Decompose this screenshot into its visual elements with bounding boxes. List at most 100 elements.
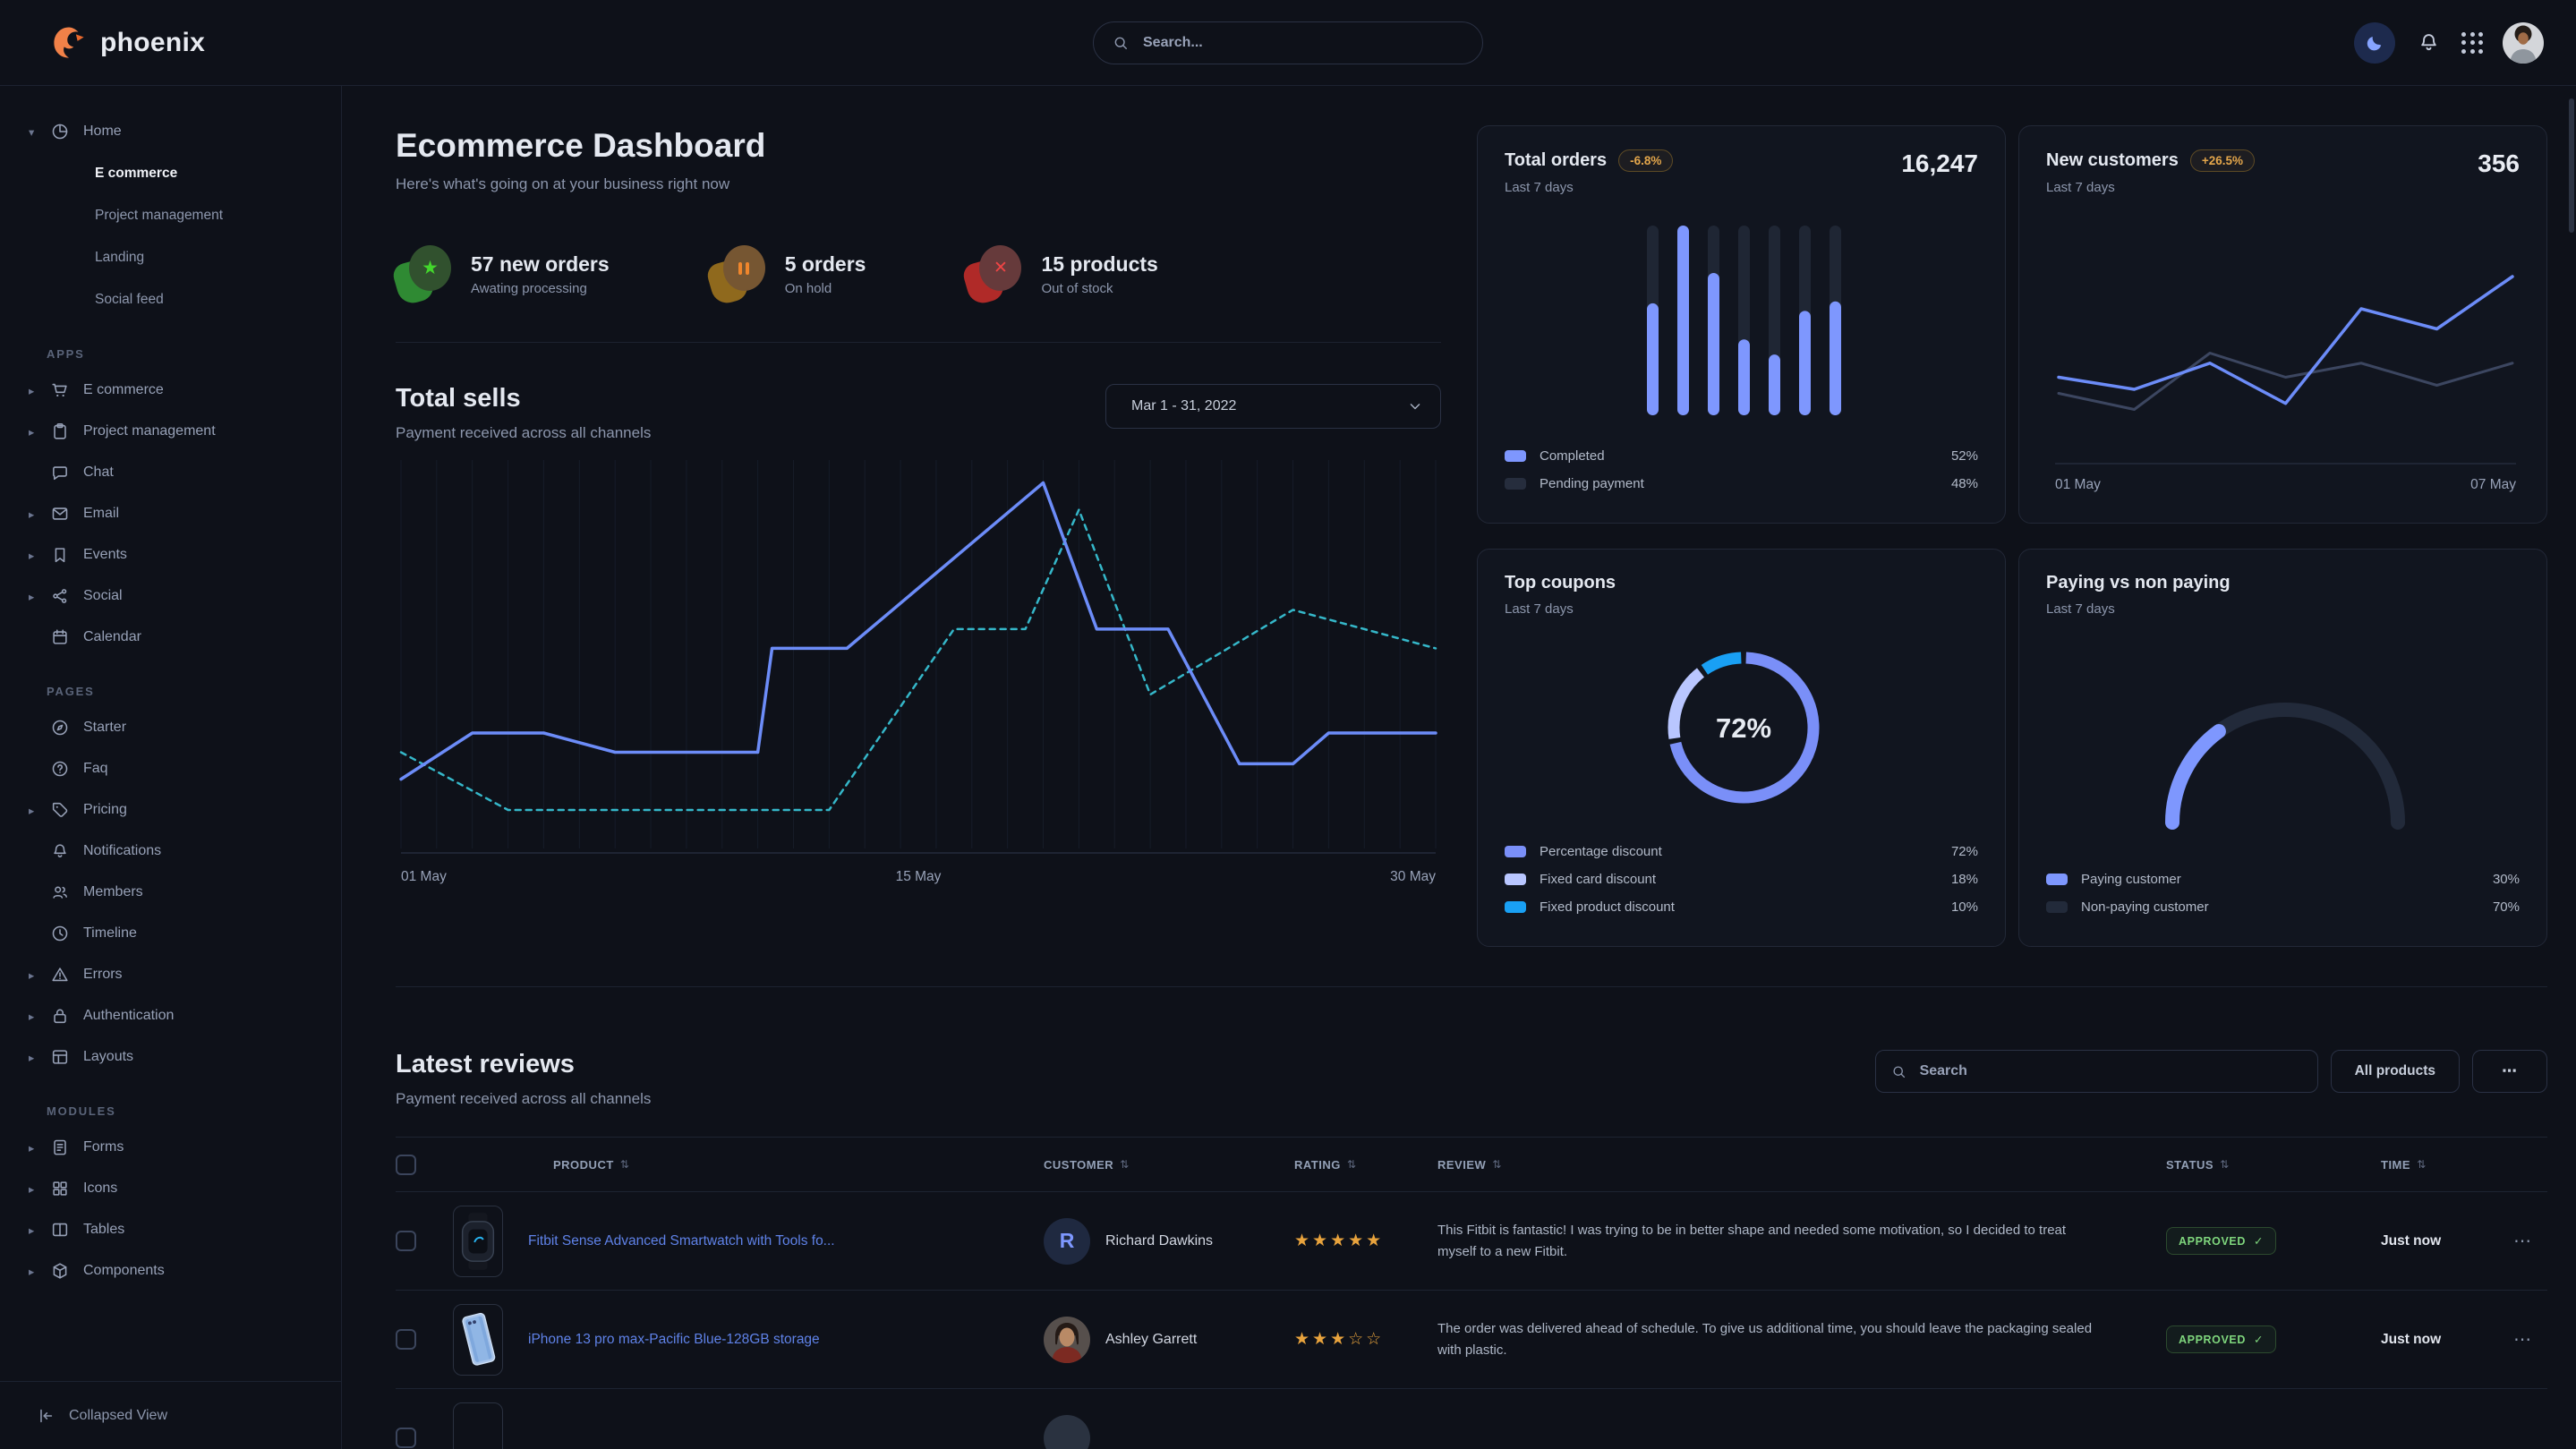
sidebar-item-label: Events xyxy=(83,547,127,563)
column-header-time[interactable]: TIME⇅ xyxy=(2381,1158,2497,1172)
sidebar-item-authentication[interactable]: ▸ Authentication xyxy=(14,995,327,1036)
table-row: Fitbit Sense Advanced Smartwatch with To… xyxy=(396,1192,2547,1291)
sidebar-subitem-social-feed[interactable]: Social feed xyxy=(14,278,327,320)
search-input[interactable] xyxy=(1141,34,1464,52)
date-range-select[interactable]: Mar 1 - 31, 2022 xyxy=(1105,384,1441,429)
sidebar-item-icons[interactable]: ▸ Icons xyxy=(14,1168,327,1209)
sidebar-item-chat[interactable]: Chat xyxy=(14,452,327,493)
user-avatar[interactable] xyxy=(2503,22,2544,64)
notifications-bell-button[interactable] xyxy=(2415,30,2442,56)
dashboard-top-section: Ecommerce Dashboard Here's what's going … xyxy=(396,86,2547,987)
review-text: The order was delivered ahead of schedul… xyxy=(1437,1318,2166,1360)
column-header-status[interactable]: STATUS⇅ xyxy=(2166,1158,2381,1172)
stat-value: 15 products xyxy=(1041,252,1157,277)
sidebar-item-label: Members xyxy=(83,884,143,900)
global-search[interactable] xyxy=(1093,21,1483,64)
card-title: Top coupons xyxy=(1505,573,1616,593)
column-header-review[interactable]: REVIEW⇅ xyxy=(1437,1158,2166,1172)
product-thumbnail[interactable] xyxy=(453,1402,503,1449)
main-content: Ecommerce Dashboard Here's what's going … xyxy=(342,86,2576,1449)
sidebar-item-layouts[interactable]: ▸Layouts xyxy=(14,1036,327,1078)
sidebar-subitem-e-commerce[interactable]: E commerce xyxy=(14,152,327,194)
svg-text:01 May: 01 May xyxy=(401,869,447,884)
caret-icon: ▸ xyxy=(29,384,48,397)
total-orders-bar-chart xyxy=(1505,213,1978,424)
sidebar-item-home[interactable]: ▾Home xyxy=(14,111,327,152)
sort-icon: ⇅ xyxy=(1492,1158,1502,1171)
pie-icon xyxy=(50,122,70,141)
product-link[interactable]: Fitbit Sense Advanced Smartwatch with To… xyxy=(528,1233,835,1249)
sidebar-item-label: Authentication xyxy=(83,1008,174,1024)
caret-icon: ▸ xyxy=(29,1010,48,1023)
stat-value: 57 new orders xyxy=(471,252,610,277)
product-thumbnail[interactable] xyxy=(453,1206,503,1277)
legend-label: Fixed product discount xyxy=(1540,899,1675,915)
reviews-search-input[interactable] xyxy=(1918,1062,2303,1080)
product-thumbnail[interactable] xyxy=(453,1304,503,1376)
sidebar-subitem-landing[interactable]: Landing xyxy=(14,236,327,278)
sidebar-section-label-modules: MODULES xyxy=(47,1104,327,1118)
all-products-button[interactable]: All products xyxy=(2331,1050,2460,1093)
sidebar-item-label: Icons xyxy=(83,1181,117,1197)
cell-customer: RRichard Dawkins xyxy=(1044,1218,1294,1265)
row-checkbox[interactable] xyxy=(396,1231,416,1251)
customer-avatar: R xyxy=(1044,1218,1090,1265)
brand[interactable]: phoenix xyxy=(50,24,205,62)
sidebar-item-pricing[interactable]: ▸Pricing xyxy=(14,789,327,831)
reviews-search[interactable] xyxy=(1875,1050,2318,1093)
row-menu-button[interactable]: ⋯ xyxy=(2497,1328,2547,1351)
review-text: This Fitbit is fantastic! I was trying t… xyxy=(1437,1220,2166,1262)
sidebar-item-timeline[interactable]: Timeline xyxy=(14,913,327,954)
sidebar-item-calendar[interactable]: Calendar xyxy=(14,617,327,658)
sidebar-item-starter[interactable]: Starter xyxy=(14,707,327,748)
column-header-rating[interactable]: RATING⇅ xyxy=(1294,1158,1437,1172)
layout-icon xyxy=(50,1047,70,1067)
cell-status: APPROVED✓ xyxy=(2166,1227,2381,1255)
theme-toggle-button[interactable] xyxy=(2354,22,2395,64)
card-period: Last 7 days xyxy=(1505,601,1616,617)
dashboard-cards: Total orders -6.8% Last 7 days 16,247 Co… xyxy=(1477,86,2547,986)
reviews-controls: All products ⋯ xyxy=(1875,1050,2547,1093)
sidebar-item-social[interactable]: ▸Social xyxy=(14,575,327,617)
rating-stars: ★★★★★ xyxy=(1294,1232,1384,1250)
sidebar-item-project-management[interactable]: ▸Project management xyxy=(14,411,327,452)
row-checkbox[interactable] xyxy=(396,1329,416,1350)
scrollbar-thumb[interactable] xyxy=(2569,98,2574,233)
sidebar-item-events[interactable]: ▸Events xyxy=(14,534,327,575)
sidebar-item-label: Tables xyxy=(83,1222,124,1238)
sidebar-subitem-project-management[interactable]: Project management xyxy=(14,194,327,236)
svg-text:30 May: 30 May xyxy=(1390,869,1436,884)
apps-grid-button[interactable] xyxy=(2461,32,2483,54)
select-all-checkbox[interactable] xyxy=(396,1155,416,1175)
share-icon xyxy=(50,586,70,606)
row-checkbox[interactable] xyxy=(396,1428,416,1448)
legend-swatch xyxy=(1505,846,1526,857)
column-header-customer[interactable]: CUSTOMER⇅ xyxy=(1044,1158,1294,1172)
product-link[interactable]: iPhone 13 pro max-Pacific Blue-128GB sto… xyxy=(528,1332,820,1348)
question-icon xyxy=(50,759,70,779)
sidebar-item-e-commerce[interactable]: ▸E commerce xyxy=(14,370,327,411)
legend-swatch xyxy=(1505,901,1526,913)
legend-label: Fixed card discount xyxy=(1540,872,1656,887)
sort-icon: ⇅ xyxy=(2417,1158,2427,1171)
rating-stars: ★★★☆☆ xyxy=(1294,1330,1384,1349)
row-menu-button[interactable]: ⋯ xyxy=(2497,1230,2547,1252)
column-header-product[interactable]: PRODUCT⇅ xyxy=(453,1158,1044,1172)
sidebar-item-faq[interactable]: Faq xyxy=(14,748,327,789)
cube-icon xyxy=(50,1261,70,1281)
sidebar-item-forms[interactable]: ▸Forms xyxy=(14,1127,327,1168)
customer-name: Ashley Garrett xyxy=(1105,1332,1197,1348)
sidebar-item-members[interactable]: Members xyxy=(14,872,327,913)
sidebar-item-notifications[interactable]: Notifications xyxy=(14,831,327,872)
header-checkbox-cell xyxy=(396,1155,453,1175)
sidebar-item-errors[interactable]: ▸Errors xyxy=(14,954,327,995)
legend-label: Percentage discount xyxy=(1540,844,1662,859)
sidebar-item-email[interactable]: ▸Email xyxy=(14,493,327,534)
sidebar-item-tables[interactable]: ▸Tables xyxy=(14,1209,327,1250)
card-value: 16,247 xyxy=(1901,149,1978,178)
more-options-button[interactable]: ⋯ xyxy=(2472,1050,2547,1093)
sidebar-item-components[interactable]: ▸Components xyxy=(14,1250,327,1291)
caret-icon: ▸ xyxy=(29,1182,48,1196)
caret-icon: ▾ xyxy=(29,125,48,139)
collapsed-view-toggle[interactable]: Collapsed View xyxy=(0,1381,341,1449)
